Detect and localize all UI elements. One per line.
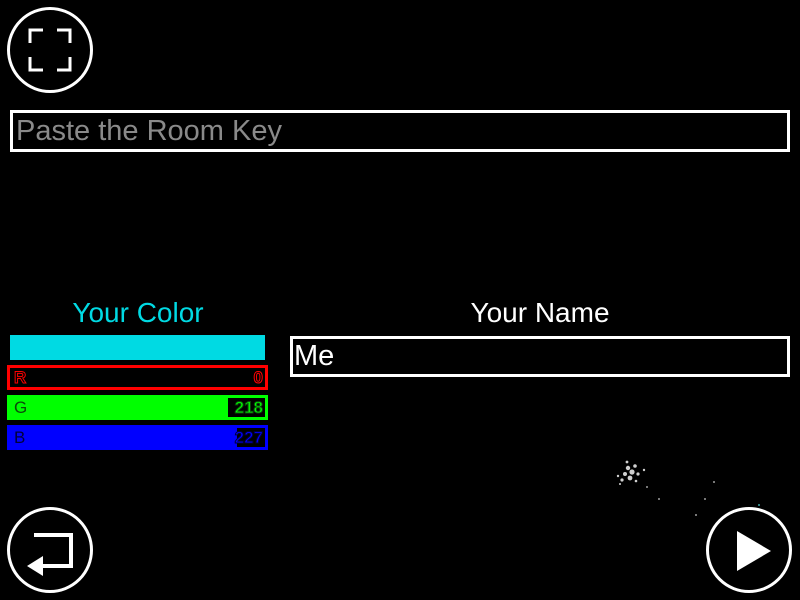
play-icon bbox=[737, 531, 771, 571]
red-channel-label: R bbox=[13, 368, 27, 388]
player-name-input[interactable] bbox=[290, 336, 790, 377]
blue-channel-fill bbox=[10, 428, 237, 447]
back-button[interactable] bbox=[7, 507, 93, 593]
return-arrow-icon bbox=[27, 533, 73, 576]
fullscreen-icon bbox=[28, 28, 72, 72]
name-title: Your Name bbox=[470, 297, 610, 328]
red-channel-value: 0 bbox=[253, 368, 264, 388]
blue-channel-label: B bbox=[14, 428, 26, 447]
play-button[interactable] bbox=[706, 507, 792, 593]
green-channel-slider[interactable]: G 218 bbox=[7, 395, 268, 420]
color-title: Your Color bbox=[72, 297, 204, 328]
red-channel-slider[interactable]: R 0 bbox=[7, 365, 268, 390]
blue-channel-slider[interactable]: B 227 bbox=[7, 425, 268, 450]
blue-channel-value: 227 bbox=[234, 428, 263, 448]
fullscreen-button[interactable] bbox=[7, 7, 93, 93]
color-preview-swatch bbox=[10, 335, 265, 360]
green-channel-fill bbox=[10, 398, 229, 417]
green-channel-value: 218 bbox=[234, 398, 263, 418]
room-key-input[interactable] bbox=[10, 110, 790, 152]
green-channel-label: G bbox=[14, 398, 28, 417]
game-lobby-screen: Your Color R 0 G 218 B 227 Your Name bbox=[0, 0, 800, 600]
